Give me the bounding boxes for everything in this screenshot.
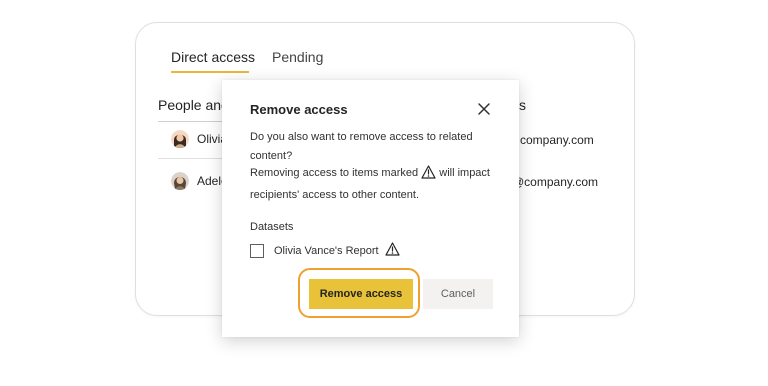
remove-access-button[interactable]: Remove access: [309, 279, 413, 309]
tab-pending[interactable]: Pending: [272, 49, 323, 65]
avatar: [171, 130, 189, 148]
dialog-title: Remove access: [250, 102, 348, 117]
avatar: [171, 172, 189, 190]
tab-direct-access[interactable]: Direct access: [171, 49, 255, 65]
dataset-item[interactable]: Olivia Vance's Report: [250, 242, 400, 259]
people-column-header: People and: [158, 97, 229, 113]
warning-text-before: Removing access to items marked: [250, 167, 419, 179]
remove-access-dialog: Remove access Do you also want to remove…: [222, 80, 519, 337]
datasets-label: Datasets: [250, 221, 294, 233]
row-divider: [158, 158, 232, 159]
active-tab-indicator: [171, 71, 249, 73]
person-email: @company.com: [512, 175, 598, 189]
dialog-question: Do you also want to remove access to rel…: [250, 131, 473, 162]
header-divider: [158, 121, 232, 122]
dataset-item-label: Olivia Vance's Report: [274, 244, 379, 257]
warning-icon: [385, 242, 400, 259]
dialog-warning-text: Removing access to items marked will imp…: [250, 164, 500, 205]
dataset-checkbox[interactable]: [250, 243, 264, 258]
cancel-button[interactable]: Cancel: [423, 279, 493, 309]
table-row[interactable]: Olivia: [171, 128, 227, 150]
warning-icon: [421, 165, 436, 186]
table-row[interactable]: Adele: [171, 170, 228, 192]
person-email: company.com: [520, 133, 594, 147]
close-icon[interactable]: [476, 101, 492, 117]
